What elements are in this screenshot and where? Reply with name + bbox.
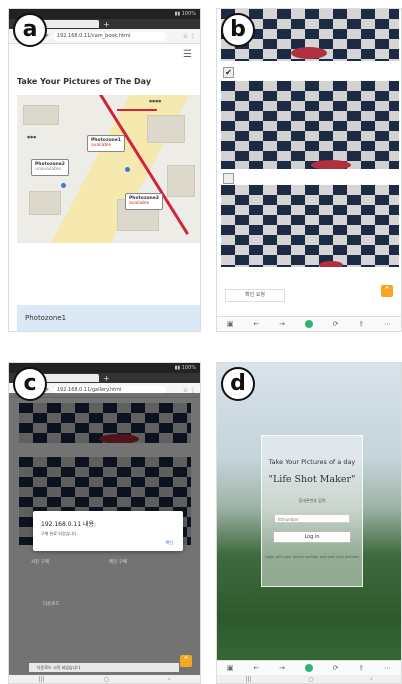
marker-photozone3[interactable]: Photozone3 available [125,193,163,210]
home-icon[interactable] [304,664,313,672]
browser-tab[interactable] [39,20,99,28]
select-checkbox[interactable] [223,173,234,184]
forward-icon[interactable]: → [279,320,285,328]
address-field[interactable]: 192.168.0.11/cam_book.html [52,31,166,41]
dialog-message: 구매 완료 되었습니다. [41,531,78,536]
photo-thumbnail[interactable] [221,185,399,267]
photozone-card[interactable]: Photozone1 [17,305,200,331]
page-title: Take Your Pictures of The Day [17,77,152,86]
back-nav-icon[interactable]: ‹ [168,676,170,683]
home-nav-icon[interactable]: ○ [308,676,313,683]
buy-main-button[interactable]: 메인 구매 [109,559,127,565]
panel-label-a: a [13,13,47,47]
share-icon[interactable]: ⇪ [358,320,364,328]
new-tab-icon[interactable]: + [103,374,110,383]
back-nav-icon[interactable]: ‹ [370,676,372,683]
alert-dialog: 192.168.0.11 내용: 구매 완료 되었습니다. 확인 [33,511,183,551]
menu-dots-icon[interactable]: ☆ ⋮ [166,33,200,40]
phone-input[interactable]: Id/number [274,513,350,523]
recent-apps-icon[interactable]: ||| [39,676,45,683]
login-button[interactable]: Log in [273,530,351,543]
browser-bottom-bar: ▣ ← → ⟳ ⇪ ⋯ [217,316,401,331]
scroll-top-icon[interactable]: ⌃ [381,285,393,297]
scroll-top-icon[interactable]: ⌃ [180,655,192,667]
dialog-title: 192.168.0.11 내용: [41,521,97,528]
system-nav-bar: ||| ○ ‹ [217,675,401,683]
reload-icon[interactable]: ⟳ [333,664,339,672]
input-hint: 휴대폰번호 입력 [298,497,326,503]
hamburger-icon[interactable]: ☰ [183,49,192,60]
system-nav-bar: ||| ○ ‹ [9,675,200,683]
location-pin-icon[interactable] [61,183,66,188]
download-button[interactable]: 다운로드 [43,601,60,607]
login-card: Take Your Pictures of a day "Life Shot M… [261,435,363,587]
new-tab-icon[interactable]: + [103,20,110,29]
browser-tab[interactable] [39,374,99,382]
brand-title: "Life Shot Maker" [268,474,356,486]
panel-a: a ▮▮ 100% + ⟳ 192.168.0.11/cam_book.html… [8,8,201,332]
map[interactable]: ●●●● ●●● Photozone1 available Photozone2… [17,95,200,243]
dialog-ok-button[interactable]: 확인 [166,540,173,546]
forward-icon[interactable]: → [279,664,285,672]
request-button[interactable]: 확인 요청 [225,289,285,302]
tabs-icon[interactable]: ▣ [227,664,234,672]
tabs-icon[interactable]: ▣ [227,320,234,328]
browser-bottom-bar: ▣ ← → ⟳ ⇪ ⋯ [217,660,401,675]
recent-apps-icon[interactable]: ||| [245,676,251,683]
panel-b: b ✔ 확인 요청 ⌃ ▣ ← → ⟳ ⇪ ⋯ [216,8,402,332]
back-icon[interactable]: ← [253,320,259,328]
panel-d: d Take Your Pictures of a day "Life Shot… [216,362,402,684]
panel-label-c: c [13,367,47,401]
back-icon[interactable]: ← [253,664,259,672]
home-nav-icon[interactable]: ○ [104,676,109,683]
buy-photo-button[interactable]: 사진 구매 [31,559,49,565]
photo-thumbnail[interactable] [221,81,399,169]
panel-label-b: b [221,13,255,47]
panel-c: c ▮▮ 100% + ⟳ 192.168.0.11/gallery.html … [8,362,201,684]
more-icon[interactable]: ⋯ [384,320,391,328]
more-icon[interactable]: ⋯ [384,664,391,672]
share-icon[interactable]: ⇪ [358,664,364,672]
marker-photozone2[interactable]: Photozone2 unavailable [31,159,69,176]
panel-label-d: d [221,367,255,401]
marker-photozone1[interactable]: Photozone1 available [87,135,125,152]
login-subtitle: Take Your Pictures of a day [268,458,356,466]
select-checkbox[interactable]: ✔ [223,67,234,78]
location-pin-icon[interactable] [125,167,130,172]
login-footer: Login with your phone number and take yo… [264,554,360,559]
download-toast: 다운로드 시작 되었습니다 [29,663,179,672]
home-icon[interactable] [304,320,313,328]
reload-icon[interactable]: ⟳ [333,320,339,328]
